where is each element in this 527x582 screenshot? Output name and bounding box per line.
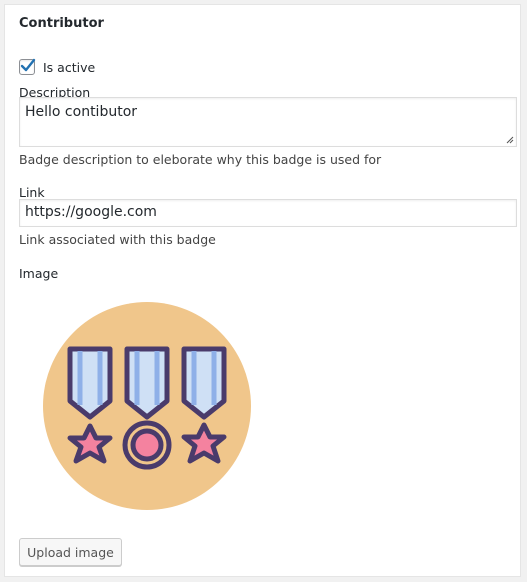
resize-grip-icon[interactable] xyxy=(506,136,514,144)
medals-icon xyxy=(43,302,251,510)
is-active-row: Is active xyxy=(19,58,95,76)
image-label: Image xyxy=(19,266,59,281)
link-help-text: Link associated with this badge xyxy=(19,232,216,247)
upload-image-button[interactable]: Upload image xyxy=(19,538,122,566)
is-active-label: Is active xyxy=(43,59,96,75)
link-input[interactable]: https://google.com xyxy=(19,199,517,227)
is-active-checkbox[interactable] xyxy=(19,58,36,75)
description-textarea[interactable]: Hello contibutor xyxy=(19,97,517,147)
link-label: Link xyxy=(19,185,45,200)
link-value: https://google.com xyxy=(25,204,157,220)
badge-settings-panel: Contributor Is active Description Hello … xyxy=(4,4,521,577)
medal-star-left xyxy=(67,346,113,464)
medal-star-right xyxy=(181,346,227,464)
checkmark-icon xyxy=(20,58,36,72)
description-help-text: Badge description to eleborate why this … xyxy=(19,152,382,167)
section-title: Contributor xyxy=(19,16,104,31)
description-value: Hello contibutor xyxy=(25,104,138,120)
